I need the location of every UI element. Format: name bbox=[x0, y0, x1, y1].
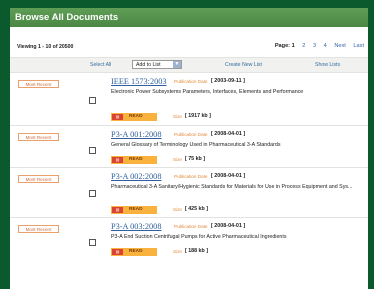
read-label: READ bbox=[129, 207, 143, 212]
document-read-icon: ▤ bbox=[112, 114, 123, 120]
most-recent-badge: Most Recent bbox=[18, 133, 59, 141]
file-size: [ 1917 kb ] bbox=[185, 113, 211, 119]
size-label: Size bbox=[173, 157, 182, 162]
document-checkbox[interactable] bbox=[89, 190, 96, 197]
size-label: Size bbox=[173, 249, 182, 254]
pagination: Page: 1 2 3 4 Next Last bbox=[275, 43, 364, 49]
file-size: [ 425 kb ] bbox=[185, 206, 208, 212]
add-to-list-label: Add to List bbox=[136, 62, 161, 68]
read-label: READ bbox=[129, 114, 143, 119]
read-button[interactable]: ▤ READ bbox=[111, 248, 157, 256]
most-recent-badge: Most Recent bbox=[18, 175, 59, 183]
page-link-3[interactable]: 3 bbox=[313, 43, 316, 49]
publication-date-label: Publication Date bbox=[174, 79, 208, 84]
document-checkbox[interactable] bbox=[89, 239, 96, 246]
document-title-link[interactable]: P3-A 001:2008 bbox=[111, 130, 161, 139]
page-link-2[interactable]: 2 bbox=[302, 43, 305, 49]
read-label: READ bbox=[129, 157, 143, 162]
page-title: Browse All Documents bbox=[15, 12, 119, 23]
document-title-link[interactable]: P3-A 003:2008 bbox=[111, 222, 161, 231]
document-row: Most Recent IEEE 1573:2003 Publication D… bbox=[10, 73, 368, 126]
document-title-link[interactable]: IEEE 1573:2003 bbox=[111, 77, 167, 86]
file-size: [ 75 kb ] bbox=[185, 156, 206, 162]
document-read-icon: ▤ bbox=[112, 207, 123, 213]
publication-date-label: Publication Date bbox=[174, 224, 208, 229]
read-button[interactable]: ▤ READ bbox=[111, 156, 157, 164]
size-label: Size bbox=[173, 114, 182, 119]
publication-date-label: Publication Date bbox=[174, 174, 208, 179]
last-page-link[interactable]: Last bbox=[353, 43, 364, 49]
viewing-count: Viewing 1 - 10 of 20500 bbox=[17, 44, 74, 50]
document-checkbox[interactable] bbox=[89, 147, 96, 154]
publication-date: [ 2008-04-01 ] bbox=[211, 173, 246, 179]
document-description: Pharmaceutical 3-A Sanitary/Hygienic Sta… bbox=[111, 184, 353, 190]
chevron-down-icon: ▼ bbox=[173, 61, 181, 68]
document-row: Most Recent P3-A 003:2008 Publication Da… bbox=[10, 218, 368, 260]
file-size: [ 188 kb ] bbox=[185, 248, 208, 254]
document-read-icon: ▤ bbox=[112, 157, 123, 163]
publication-date: [ 2008-04-01 ] bbox=[211, 223, 246, 229]
document-description: P3-A End Suction Centrifugal Pumps for A… bbox=[111, 234, 287, 240]
show-lists-link[interactable]: Show Lists bbox=[315, 62, 340, 68]
document-description: Electronic Power Subsystems Parameters, … bbox=[111, 89, 304, 95]
read-button[interactable]: ▤ READ bbox=[111, 113, 157, 121]
documents-panel: Viewing 1 - 10 of 20500 Page: 1 2 3 4 Ne… bbox=[10, 27, 368, 289]
read-button[interactable]: ▤ READ bbox=[111, 206, 157, 214]
page-header: Browse All Documents bbox=[10, 8, 368, 27]
document-row: Most Recent P3-A 002:2008 Publication Da… bbox=[10, 168, 368, 218]
select-all-link[interactable]: Select All bbox=[90, 62, 111, 68]
most-recent-badge: Most Recent bbox=[18, 80, 59, 88]
document-checkbox[interactable] bbox=[89, 97, 96, 104]
size-label: Size bbox=[173, 207, 182, 212]
next-page-link[interactable]: Next bbox=[334, 43, 346, 49]
document-read-icon: ▤ bbox=[112, 249, 123, 255]
create-new-list-link[interactable]: Create New List bbox=[225, 62, 262, 68]
publication-date: [ 2003-09-11 ] bbox=[211, 78, 245, 84]
read-label: READ bbox=[129, 249, 143, 254]
publication-date: [ 2008-04-01 ] bbox=[211, 131, 246, 137]
document-title-link[interactable]: P3-A 002:2008 bbox=[111, 172, 161, 181]
current-page: Page: 1 bbox=[274, 43, 295, 49]
page-link-4[interactable]: 4 bbox=[324, 43, 327, 49]
document-row: Most Recent P3-A 001:2008 Publication Da… bbox=[10, 126, 368, 168]
results-bar: Viewing 1 - 10 of 20500 Page: 1 2 3 4 Ne… bbox=[10, 27, 368, 57]
publication-date-label: Publication Date bbox=[174, 132, 208, 137]
add-to-list-select[interactable]: Add to List ▼ bbox=[132, 60, 182, 69]
document-description: General Glossary of Terminology Used in … bbox=[111, 142, 281, 148]
list-toolbar: Select All Add to List ▼ Create New List… bbox=[10, 57, 368, 73]
most-recent-badge: Most Recent bbox=[18, 225, 59, 233]
